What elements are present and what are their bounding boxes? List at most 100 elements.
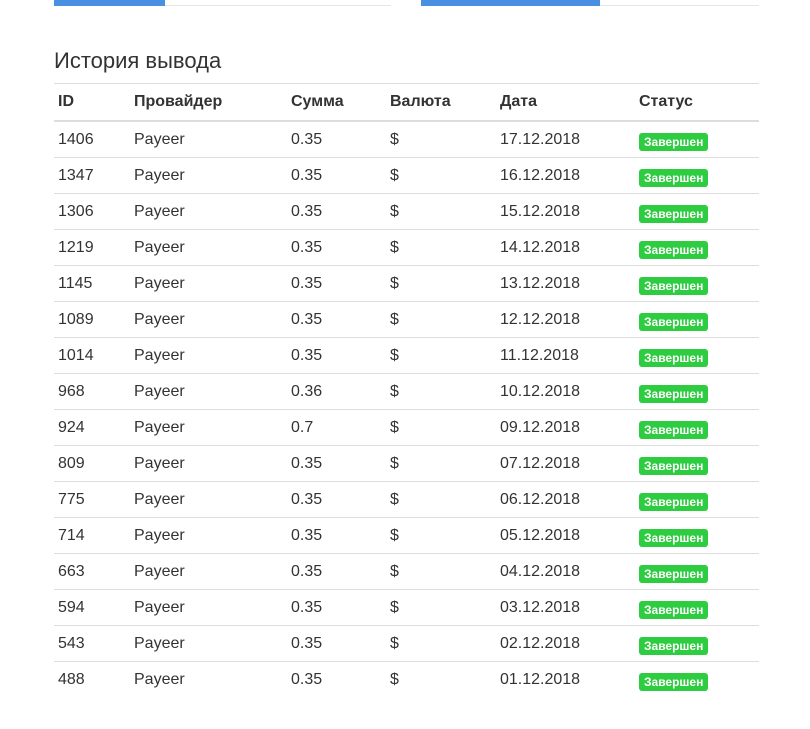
status-badge: Завершен	[639, 492, 709, 511]
cell-provider: Payeer	[130, 265, 287, 302]
cell-amount: 0.35	[287, 589, 386, 626]
cell-date: 14.12.2018	[496, 229, 635, 266]
progress-bar-left	[54, 0, 391, 6]
column-header-id: ID	[54, 83, 130, 122]
cell-status: Завершен	[635, 121, 759, 158]
cell-currency: $	[386, 553, 496, 590]
cell-currency: $	[390, 670, 399, 688]
progress-bar-right-fill	[421, 0, 601, 6]
cell-provider: Payeer	[130, 625, 287, 662]
table-row: 1406 Payeer 0.35 $17.12.2018 Завершен	[54, 121, 759, 158]
cell-status: Завершен	[635, 481, 759, 518]
cell-amount: 0.35	[287, 517, 386, 554]
cell-date: 01.12.2018	[500, 670, 581, 688]
cell-currency: $	[386, 229, 496, 266]
cell-amount: 0.35	[287, 445, 386, 482]
cell-provider: Payeer	[130, 337, 287, 374]
table-row: 663 Payeer 0.35 $04.12.2018 Завершен	[54, 553, 759, 590]
cell-currency: $	[386, 481, 496, 518]
cell-date: 11.12.2018	[496, 337, 635, 374]
table-row: 1219 Payeer 0.35 $14.12.2018 Завершен	[54, 229, 759, 266]
cell-id: 775	[54, 481, 130, 518]
cell-status: Завершен	[635, 517, 759, 554]
cell-status: Завершен	[635, 409, 759, 446]
status-badge: Завершен	[639, 276, 709, 295]
cell-date: 10.12.2018	[496, 373, 635, 410]
cell-amount: 0.35	[287, 121, 386, 158]
cell-date: 16.12.2018	[496, 157, 635, 194]
cell-date: 05.12.2018	[496, 517, 635, 554]
cell-currency: $	[386, 337, 496, 374]
cell-date: 03.12.2018	[496, 589, 635, 626]
status-badge: Завершен	[639, 420, 709, 439]
column-header-provider: Провайдер	[130, 83, 287, 122]
cell-status: Завершен	[635, 445, 759, 482]
table-row: 714 Payeer 0.35 $05.12.2018 Завершен	[54, 517, 759, 554]
cell-id: 1145	[54, 265, 130, 302]
cell-amount: 0.35	[287, 553, 386, 590]
status-badge: Завершен	[639, 636, 709, 655]
cell-currency: $	[386, 301, 496, 338]
cell-currency: $	[386, 517, 496, 554]
cell-currency: $	[386, 265, 496, 302]
cell-status: Завершен	[635, 553, 759, 590]
progress-bar-right	[421, 0, 759, 6]
table-row: 488 Payeer 0.35 $01.12.2018 Завершен	[54, 662, 759, 698]
cell-currency: $	[386, 373, 496, 410]
cell-date: 12.12.2018	[496, 301, 635, 338]
cell-provider: Payeer	[130, 517, 287, 554]
cell-currency: $	[386, 121, 496, 158]
status-badge: Завершен	[639, 204, 709, 223]
cell-status: Завершен	[635, 662, 759, 698]
status-badge: Завершен	[639, 312, 709, 331]
status-badge: Завершен	[639, 456, 709, 475]
cell-currency: $	[386, 157, 496, 194]
cell-date: 17.12.2018	[496, 121, 635, 158]
cell-amount: 0.35	[287, 301, 386, 338]
cell-id: 488	[58, 670, 85, 688]
cell-id: 968	[54, 373, 130, 410]
cell-amount: 0.35	[287, 157, 386, 194]
status-badge: Завершен	[639, 384, 709, 403]
cell-provider: Payeer	[130, 157, 287, 194]
cell-status: Завершен	[635, 265, 759, 302]
table-row: 968 Payeer 0.36 $10.12.2018 Завершен	[54, 373, 759, 410]
table-row: 1347 Payeer 0.35 $16.12.2018 Завершен	[54, 157, 759, 194]
cell-currency: $	[386, 193, 496, 230]
cell-id: 714	[54, 517, 130, 554]
cell-date: 02.12.2018	[496, 625, 635, 662]
cell-status: Завершен	[635, 337, 759, 374]
cell-amount: 0.35	[291, 670, 323, 688]
column-header-amount: Сумма	[287, 83, 386, 122]
cell-provider: Payeer	[130, 373, 287, 410]
cell-status: Завершен	[635, 589, 759, 626]
table-row: 775 Payeer 0.35 $06.12.2018 Завершен	[54, 481, 759, 518]
table-row: 1014 Payeer 0.35 $11.12.2018 Завершен	[54, 337, 759, 374]
table-row: 543 Payeer 0.35 $02.12.2018 Завершен	[54, 625, 759, 662]
cell-provider: Payeer	[130, 121, 287, 158]
cell-provider: Payeer	[134, 670, 185, 688]
cell-id: 543	[54, 625, 130, 662]
cell-id: 924	[54, 409, 130, 446]
cell-provider: Payeer	[130, 481, 287, 518]
cell-id: 1406	[54, 121, 130, 158]
status-badge: Завершен	[639, 564, 709, 583]
cell-id: 594	[54, 589, 130, 626]
table-body: 1406 Payeer 0.35 $17.12.2018 Завершен 1347 Pay…	[54, 121, 759, 697]
cell-date: 15.12.2018	[496, 193, 635, 230]
status-badge: Завершен	[639, 672, 709, 691]
cell-amount: 0.35	[287, 193, 386, 230]
cell-currency: $	[386, 589, 496, 626]
cell-provider: Payeer	[130, 301, 287, 338]
cell-status: Завершен	[635, 229, 759, 266]
cell-amount: 0.35	[287, 337, 386, 374]
cell-date: 09.12.2018	[496, 409, 635, 446]
cell-amount: 0.35	[287, 625, 386, 662]
table-row: 1089 Payeer 0.35 $12.12.2018 Завершен	[54, 301, 759, 338]
cell-provider: Payeer	[130, 409, 287, 446]
column-header-date: Дата	[496, 83, 635, 122]
cell-amount: 0.35	[287, 265, 386, 302]
status-badge: Завершен	[639, 348, 709, 367]
cell-amount: 0.36	[287, 373, 386, 410]
cell-provider: Payeer	[130, 229, 287, 266]
